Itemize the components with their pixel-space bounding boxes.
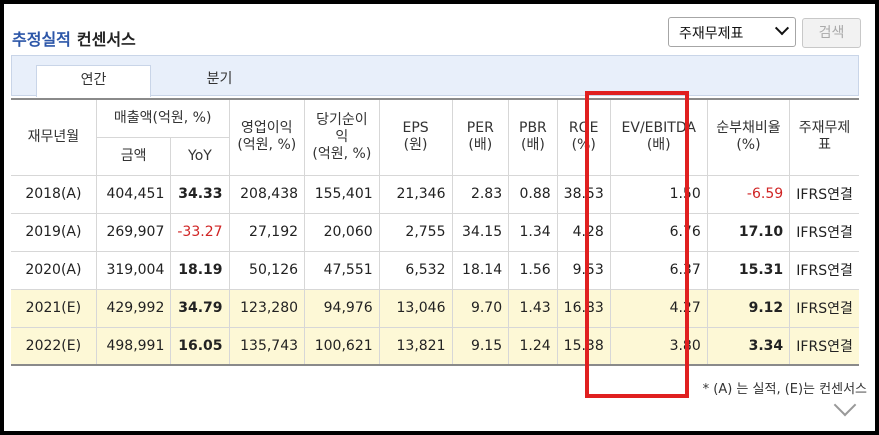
cell-ev-ebitda: 1.50 [609,174,708,214]
chevron-down-icon [774,21,790,36]
cell-year: 2019(A) [11,212,97,252]
section-title: 추정실적 컨센서스 [12,26,136,50]
cell-pbr: 0.88 [508,174,558,214]
header-ev-ebitda: EV/EBITDA (배) [609,99,708,176]
cell-pbr: 1.34 [508,212,558,252]
period-tabs: 연간 분기 [11,55,859,97]
cell-roe: 9.53 [556,250,611,290]
cell-roe: 4.28 [556,212,611,252]
cell-per: 34.15 [451,212,510,252]
cell-operating-profit: 27,192 [228,212,306,252]
cell-sales: 269,907 [95,212,172,252]
cell-statement: IFRS연결 [789,326,859,366]
cell-eps: 21,346 [378,174,453,214]
cell-per: 9.70 [451,288,510,328]
title-primary: 추정실적 [12,30,71,49]
cell-eps: 13,821 [378,326,453,366]
cell-net-debt-ratio: 15.31 [706,250,791,290]
tab-annual[interactable]: 연간 [36,65,151,97]
cell-yoy: 34.33 [170,174,230,214]
cell-sales: 498,991 [95,326,172,366]
header-per: PER (배) [451,99,510,176]
cell-per: 9.15 [451,326,510,366]
cell-yoy: -33.27 [170,212,230,252]
cell-statement: IFRS연결 [789,288,859,328]
table-row: 2019(A) 269,907 -33.27 27,192 20,060 2,755 34.… [11,212,859,252]
cell-net-income: 20,060 [304,212,380,252]
cell-eps: 13,046 [378,288,453,328]
cell-net-debt-ratio: 3.34 [706,326,791,366]
cell-yoy: 18.19 [170,250,230,290]
header-sales: 매출액(억원, %) [95,99,230,138]
cell-sales: 404,451 [95,174,172,214]
header-net-income: 당기순이익 (억원, %) [304,99,380,176]
cell-year: 2021(E) [11,288,97,328]
cell-pbr: 1.56 [508,250,558,290]
statement-select[interactable]: 주재무제표 [668,17,796,47]
header-statement: 주재무제표 [789,99,859,176]
cell-statement: IFRS연결 [789,174,859,214]
cell-statement: IFRS연결 [789,212,859,252]
cell-pbr: 1.43 [508,288,558,328]
cell-yoy: 34.79 [170,288,230,328]
cell-statement: IFRS연결 [789,250,859,290]
cell-net-income: 155,401 [304,174,380,214]
header-eps: EPS (원) [378,99,453,176]
header-fiscal-year: 재무년월 [11,99,97,176]
cell-per: 18.14 [451,250,510,290]
cell-year: 2020(A) [11,250,97,290]
cell-net-income: 47,551 [304,250,380,290]
tab-quarterly[interactable]: 분기 [162,65,277,97]
title-secondary: 컨센서스 [76,30,136,49]
cell-roe: 15.38 [556,326,611,366]
chevron-down-icon[interactable] [833,393,857,417]
cell-roe: 16.83 [556,288,611,328]
cell-ev-ebitda: 3.80 [609,326,708,366]
cell-roe: 38.53 [556,174,611,214]
cell-year: 2018(A) [11,174,97,214]
cell-net-income: 94,976 [304,288,380,328]
cell-sales: 319,004 [95,250,172,290]
cell-net-debt-ratio: -6.59 [706,174,791,214]
header-operating-profit: 영업이익 (억원, %) [228,99,306,176]
cell-net-debt-ratio: 9.12 [706,288,791,328]
cell-pbr: 1.24 [508,326,558,366]
cell-operating-profit: 123,280 [228,288,306,328]
cell-yoy: 16.05 [170,326,230,366]
consensus-table: 재무년월 매출액(억원, %) 영업이익 (억원, %) 당기순이익 (억원, … [11,98,859,366]
header-pbr: PBR (배) [508,99,558,176]
cell-operating-profit: 208,438 [228,174,306,214]
cell-eps: 6,532 [378,250,453,290]
cell-per: 2.83 [451,174,510,214]
header-sales-yoy: YoY [170,136,230,176]
cell-sales: 429,992 [95,288,172,328]
cell-year: 2022(E) [11,326,97,366]
cell-net-debt-ratio: 17.10 [706,212,791,252]
table-row: 2021(E) 429,992 34.79 123,280 94,976 13,046 9.… [11,288,859,328]
footnote: * (A) 는 실적, (E)는 컨센서스 [702,382,867,397]
cell-ev-ebitda: 6.37 [609,250,708,290]
cell-ev-ebitda: 6.76 [609,212,708,252]
search-button[interactable]: 검색 [802,18,861,48]
header-sales-amount: 금액 [96,136,172,176]
table-row: 2020(A) 319,004 18.19 50,126 47,551 6,532 18.1… [11,250,859,290]
cell-operating-profit: 50,126 [228,250,306,290]
cell-net-income: 100,621 [304,326,380,366]
table-row: 2018(A) 404,451 34.33 208,438 155,401 21,346 2… [11,174,859,214]
consensus-panel: 추정실적 컨센서스 주재무제표 검색 연간 분기 재무년월 매출액(억원, %) … [4,4,875,431]
cell-eps: 2,755 [378,212,453,252]
header-net-debt-ratio: 순부채비율 (%) [706,99,791,176]
header-roe: ROE (%) [556,99,611,176]
cell-operating-profit: 135,743 [228,326,306,366]
statement-select-value: 주재무제표 [679,26,744,42]
table-row: 2022(E) 498,991 16.05 135,743 100,621 13,821 9… [11,326,859,366]
cell-ev-ebitda: 4.27 [609,288,708,328]
